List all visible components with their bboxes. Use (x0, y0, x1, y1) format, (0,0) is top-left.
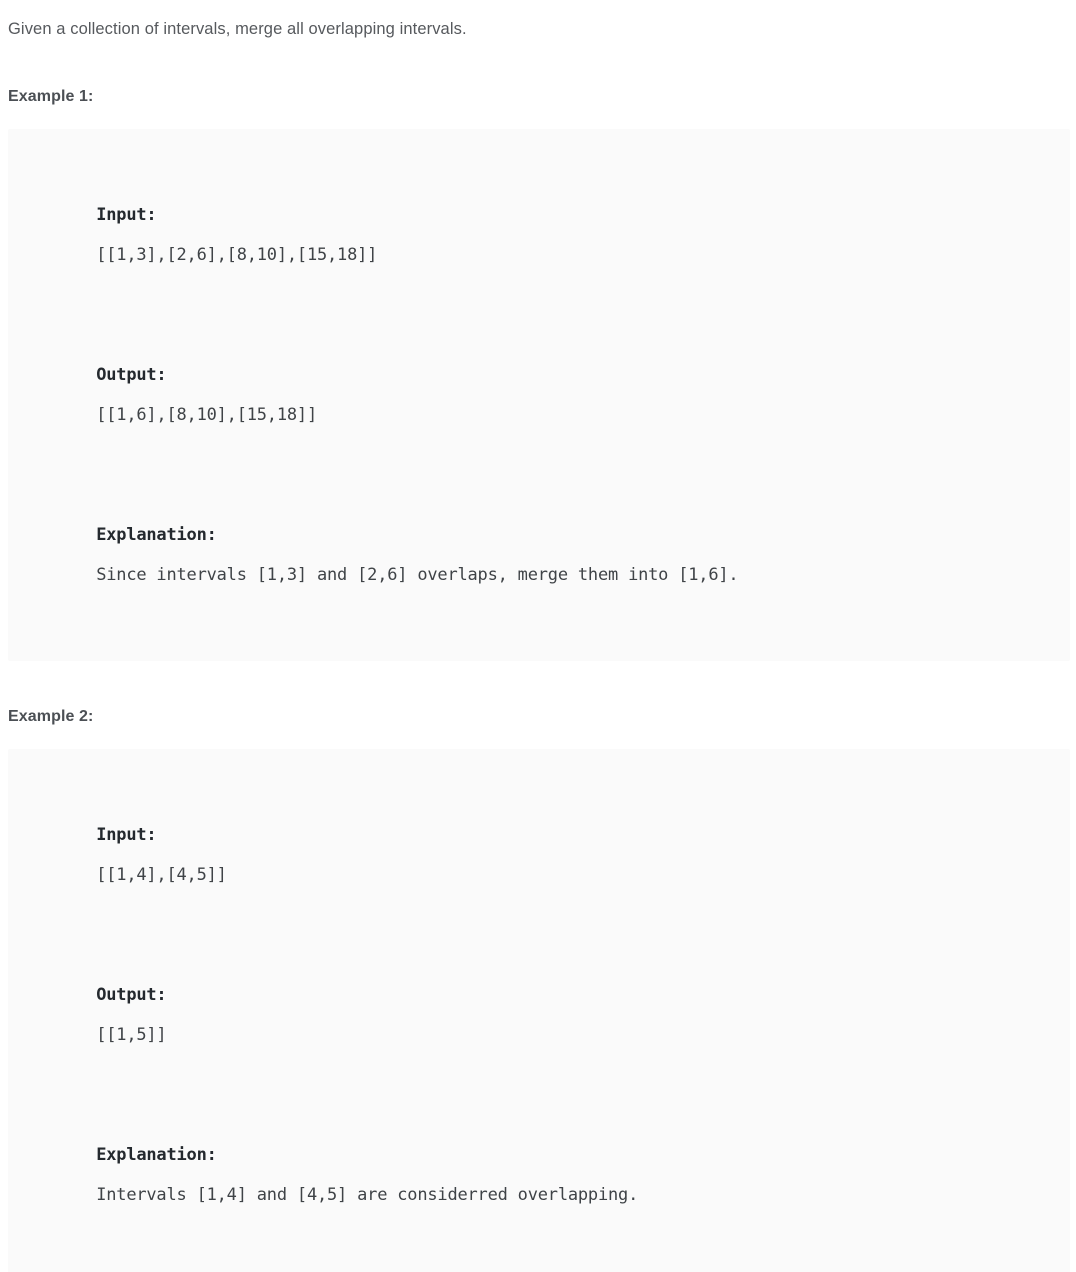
example-1-input-line: Input: [[1,3],[2,6],[8,10],[15,18]] (36, 155, 1042, 315)
problem-statement-page: Given a collection of intervals, merge a… (0, 0, 1076, 1272)
explanation-value: Since intervals [1,3] and [2,6] overlaps… (96, 565, 739, 585)
example-2-heading: Example 2: (8, 708, 94, 725)
example-1-output-line: Output: [[1,6],[8,10],[15,18]] (36, 315, 1042, 475)
output-value: [[1,5]] (96, 1025, 167, 1045)
example-1-code-block: Input: [[1,3],[2,6],[8,10],[15,18]] Outp… (8, 129, 1070, 661)
example-1-explanation-line: Explanation: Since intervals [1,3] and [… (36, 475, 1042, 635)
output-value: [[1,6],[8,10],[15,18]] (96, 405, 317, 425)
input-label: Input: (96, 205, 157, 225)
input-value: [[1,3],[2,6],[8,10],[15,18]] (96, 245, 378, 265)
problem-description: Given a collection of intervals, merge a… (8, 20, 467, 38)
output-label: Output: (96, 365, 167, 385)
input-label: Input: (96, 825, 157, 845)
example-2-explanation-line: Explanation: Intervals [1,4] and [4,5] a… (36, 1095, 1042, 1255)
example-2-output-line: Output: [[1,5]] (36, 935, 1042, 1095)
output-label: Output: (96, 985, 167, 1005)
explanation-value: Intervals [1,4] and [4,5] are considerre… (96, 1185, 639, 1205)
input-value: [[1,4],[4,5]] (96, 865, 227, 885)
explanation-label: Explanation: (96, 1145, 217, 1165)
explanation-label: Explanation: (96, 525, 217, 545)
example-2-code-block: Input: [[1,4],[4,5]] Output: [[1,5]] Exp… (8, 749, 1070, 1272)
example-1-heading: Example 1: (8, 88, 94, 105)
example-2-input-line: Input: [[1,4],[4,5]] (36, 775, 1042, 935)
